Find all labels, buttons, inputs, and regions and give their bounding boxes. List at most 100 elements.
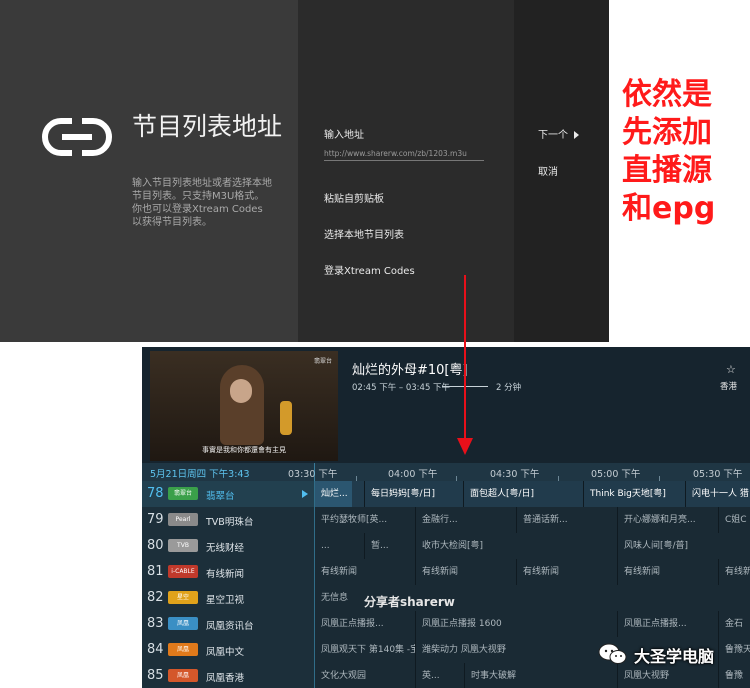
video-face bbox=[230, 379, 252, 403]
program-cell[interactable]: 有线新 bbox=[718, 559, 750, 585]
program-cell[interactable]: 凤凰正点播报 1600 bbox=[415, 611, 617, 637]
video-subtitle: 事實是我和你都還會有主見 bbox=[202, 446, 286, 454]
time-label: 04:00 下午 bbox=[388, 469, 438, 480]
program-duration: 2 分钟 bbox=[496, 383, 522, 393]
channel-number: 78 bbox=[147, 486, 164, 501]
time-label: 03:30 下午 bbox=[288, 469, 338, 480]
program-cell[interactable]: 闪电十一人 猎 bbox=[685, 481, 750, 507]
paste-clipboard-option[interactable]: 粘贴自剪贴板 bbox=[324, 190, 384, 205]
channel-info[interactable]: 79 Pearl TVB明珠台 bbox=[142, 507, 314, 533]
channel-logo: 凤凰 bbox=[168, 617, 198, 630]
channel-logo: 凤凰 bbox=[168, 669, 198, 682]
channel-row[interactable]: 80 TVB 无线财经... 暂... 收市大检阅[粤] 风味人间[粤/普] bbox=[142, 533, 750, 560]
timeline-header: 5月21日周四 下午3:43 03:30 下午 04:00 下午 04:30 下午 0… bbox=[142, 463, 750, 481]
setup-info-pane: 节目列表地址 输入节目列表地址或者选择本地节目列表。只支持M3U格式。你也可以登… bbox=[0, 0, 298, 342]
url-input[interactable] bbox=[324, 146, 484, 161]
program-cell[interactable]: 文化大观园 bbox=[314, 663, 415, 688]
program-cell[interactable]: 风味人间[粤/普] bbox=[617, 533, 750, 559]
channel-info[interactable]: 83 凤凰 凤凰资讯台 bbox=[142, 611, 314, 637]
channel-info[interactable]: 82 星空 星空卫视 bbox=[142, 585, 314, 611]
setup-actions-pane bbox=[514, 0, 609, 342]
program-cell[interactable]: 金石 bbox=[718, 611, 750, 637]
channel-row[interactable]: 78 翡翠台 翡翠台 灿烂... 每日妈妈[粤/日] 面包超人[粤/日] Think Big… bbox=[142, 481, 750, 508]
channel-name: 凤凰资讯台 bbox=[206, 621, 254, 632]
channel-row[interactable]: 79 Pearl TVB明珠台 平约瑟牧师[英... 金融行... 普通话新... 开心娜娜… bbox=[142, 507, 750, 534]
channel-name: TVB明珠台 bbox=[206, 517, 254, 528]
program-progress-bar bbox=[442, 386, 488, 387]
channel-logo: TVB bbox=[168, 539, 198, 552]
annotation-line: 先添加 bbox=[622, 115, 712, 150]
region-label: 香港 bbox=[720, 382, 738, 392]
wechat-icon bbox=[598, 643, 627, 664]
program-cell[interactable]: 时事大破解 bbox=[464, 663, 616, 688]
program-time-range: 02:45 下午 – 03:45 下午 bbox=[352, 383, 451, 393]
select-local-playlist-option[interactable]: 选择本地节目列表 bbox=[324, 226, 404, 241]
program-cell[interactable]: 灿烂... bbox=[314, 481, 352, 507]
star-icon[interactable]: ☆ bbox=[726, 363, 736, 376]
annotation-line: 直播源 bbox=[622, 153, 712, 188]
wechat-account-name: 大圣学电脑 bbox=[634, 647, 715, 666]
channel-number: 82 bbox=[147, 590, 164, 605]
channel-number: 80 bbox=[147, 538, 164, 553]
program-cell[interactable]: 凤凰正点播报... bbox=[617, 611, 718, 637]
cancel-button[interactable]: 取消 bbox=[538, 163, 558, 178]
channel-info[interactable]: 84 凤凰 凤凰中文 bbox=[142, 637, 314, 663]
program-cell[interactable]: 每日妈妈[粤/日] bbox=[364, 481, 463, 507]
channel-number: 84 bbox=[147, 642, 164, 657]
program-cell[interactable]: 凤凰正点播报... bbox=[314, 611, 415, 637]
time-label: 05:30 下午 bbox=[693, 469, 743, 480]
time-label: 04:30 下午 bbox=[490, 469, 540, 480]
channel-name: 翡翠台 bbox=[206, 491, 235, 502]
channel-row[interactable]: 83 凤凰 凤凰资讯台 凤凰正点播报... 凤凰正点播报 1600 凤凰正点播报... 金石 bbox=[142, 611, 750, 638]
channel-name: 无线财经 bbox=[206, 543, 245, 554]
program-cell[interactable]: 有线新闻 bbox=[617, 559, 718, 585]
chevron-right-icon bbox=[574, 131, 579, 139]
program-cell[interactable]: 暂... bbox=[364, 533, 415, 559]
current-date: 5月21日周四 下午3:43 bbox=[150, 469, 250, 480]
program-cell[interactable]: 面包超人[粤/日] bbox=[463, 481, 564, 507]
channel-number: 83 bbox=[147, 616, 164, 631]
channel-logo: Pearl bbox=[168, 513, 198, 526]
channel-info[interactable]: 81 i-CABLE 有线新闻 bbox=[142, 559, 314, 585]
program-cell[interactable]: 英... bbox=[415, 663, 464, 688]
program-cell[interactable]: 开心娜娜和月亮... bbox=[617, 507, 718, 533]
program-title: 灿烂的外母#10[粤] bbox=[352, 363, 468, 378]
annotation-line: 依然是 bbox=[622, 77, 712, 112]
program-cell[interactable]: 凤凰观天下 第140集 -宝... bbox=[314, 637, 415, 663]
annotation-text: 依然是 先添加 直播源 和epg bbox=[622, 76, 742, 228]
now-indicator bbox=[314, 463, 315, 688]
program-cell[interactable]: 有线新闻 bbox=[314, 559, 415, 585]
channel-name: 有线新闻 bbox=[206, 569, 245, 580]
next-button-label: 下一个 bbox=[538, 130, 568, 141]
channel-info[interactable]: 78 翡翠台 翡翠台 bbox=[142, 481, 314, 507]
program-cell[interactable]: 平约瑟牧师[英... bbox=[314, 507, 415, 533]
playlist-setup-dialog: 节目列表地址 输入节目列表地址或者选择本地节目列表。只支持M3U格式。你也可以登… bbox=[0, 0, 609, 342]
program-cell[interactable]: C姐C bbox=[718, 507, 750, 533]
xtream-login-option[interactable]: 登录Xtream Codes bbox=[324, 262, 415, 277]
channel-info[interactable]: 80 TVB 无线财经 bbox=[142, 533, 314, 559]
play-icon bbox=[302, 490, 308, 498]
channel-logo: i-CABLE bbox=[168, 565, 198, 578]
program-cell[interactable]: 金融行... bbox=[415, 507, 516, 533]
channel-info[interactable]: 85 凤凰 凤凰香港 bbox=[142, 663, 314, 688]
channel-number: 81 bbox=[147, 564, 164, 579]
overlay-watermark: 分享者sharerw bbox=[364, 595, 455, 609]
video-person bbox=[220, 365, 264, 445]
channel-name: 凤凰香港 bbox=[206, 673, 245, 684]
channel-row[interactable]: 81 i-CABLE 有线新闻 有线新闻 有线新闻 有线新闻 有线新闻 有线新 bbox=[142, 559, 750, 586]
program-cell[interactable]: Think Big天地[粤] bbox=[583, 481, 685, 507]
setup-description: 输入节目列表地址或者选择本地节目列表。只支持M3U格式。你也可以登录Xtream… bbox=[132, 178, 272, 228]
program-cell[interactable]: 普通话新... bbox=[516, 507, 617, 533]
channel-name: 星空卫视 bbox=[206, 595, 245, 606]
program-cell[interactable]: 收市大检阅[粤] bbox=[415, 533, 617, 559]
video-preview[interactable]: 翡翠台 事實是我和你都還會有主見 bbox=[150, 351, 338, 461]
program-cell[interactable]: 有线新闻 bbox=[415, 559, 516, 585]
next-button[interactable]: 下一个 bbox=[538, 126, 579, 141]
program-cell[interactable]: ... bbox=[314, 533, 364, 559]
channel-number: 79 bbox=[147, 512, 164, 527]
wechat-watermark: 大圣学电脑 bbox=[598, 641, 750, 667]
setup-options-pane bbox=[298, 0, 514, 342]
url-field-label: 输入地址 bbox=[324, 130, 364, 141]
program-cell[interactable]: 有线新闻 bbox=[516, 559, 617, 585]
epg-screen: 翡翠台 事實是我和你都還會有主見 灿烂的外母#10[粤] 02:45 下午 – … bbox=[142, 347, 750, 688]
